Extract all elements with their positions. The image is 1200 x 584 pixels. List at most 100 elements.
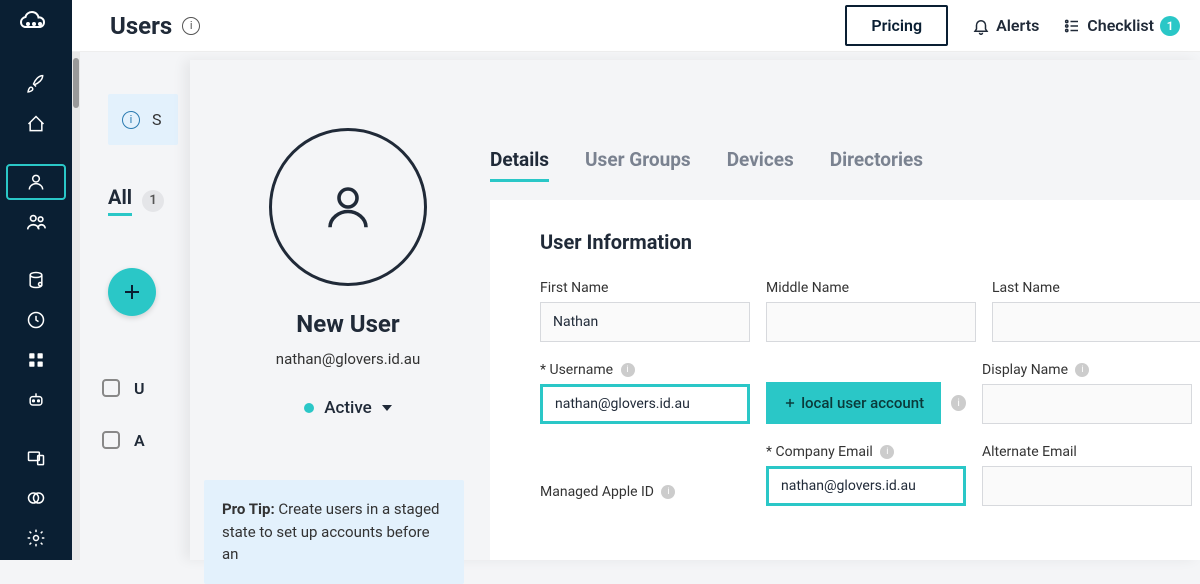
user-icon: [26, 172, 46, 192]
grid-icon: [27, 351, 45, 369]
user-detail-panel: New User nathan@glovers.id.au Active Pro…: [190, 60, 1200, 560]
info-icon[interactable]: i: [182, 17, 200, 35]
pro-tip-label: Pro Tip:: [222, 500, 275, 518]
first-name-input[interactable]: [540, 302, 750, 342]
display-name-label: Display Name i: [982, 362, 1192, 378]
rocket-icon: [26, 74, 46, 94]
plus-icon: [783, 396, 797, 410]
info-icon[interactable]: i: [880, 445, 894, 459]
row-checkbox[interactable]: [102, 431, 120, 449]
nav-users[interactable]: [6, 164, 66, 200]
username-input[interactable]: [540, 384, 750, 424]
logo: [0, 0, 72, 42]
avatar: [269, 128, 427, 286]
field-display-name: Display Name i: [982, 362, 1192, 424]
tab-directories[interactable]: Directories: [830, 148, 923, 182]
nav-getting-started[interactable]: [6, 66, 66, 102]
page-title: Users: [110, 12, 172, 40]
info-icon: i: [122, 111, 140, 129]
tab-user-groups[interactable]: User Groups: [585, 148, 691, 182]
last-name-label: Last Name: [992, 280, 1200, 296]
status-dropdown[interactable]: Active: [218, 398, 478, 418]
field-company-email: * Company Email i: [766, 444, 966, 506]
nav-home[interactable]: [6, 106, 66, 142]
info-icon[interactable]: i: [621, 363, 635, 377]
nav-apps[interactable]: [6, 342, 66, 378]
chevron-down-icon: [382, 405, 392, 411]
first-name-label: First Name: [540, 280, 750, 296]
display-name-input[interactable]: [982, 384, 1192, 424]
devices-icon: [26, 448, 46, 468]
list-row[interactable]: U: [102, 362, 190, 414]
pro-tip-banner: Pro Tip: Create users in a staged state …: [204, 480, 464, 584]
topbar: Users i Pricing Alerts Checklist 1: [72, 0, 1200, 52]
clock-icon: [26, 310, 46, 330]
sidebar-scrollbar[interactable]: [72, 52, 80, 560]
company-email-label: * Company Email i: [766, 444, 966, 460]
robot-icon: [26, 390, 46, 410]
nav-commands[interactable]: [6, 382, 66, 418]
status-label: Active: [324, 398, 372, 418]
list-item-label: U: [134, 379, 145, 398]
alerts-link[interactable]: Alerts: [972, 16, 1039, 35]
users-list-panel: i S All 1 U A: [80, 52, 190, 466]
nav-settings[interactable]: [6, 520, 66, 556]
field-first-name: First Name: [540, 280, 750, 342]
field-middle-name: Middle Name: [766, 280, 976, 342]
nav-mdm[interactable]: [6, 440, 66, 476]
field-local-user: local user account i: [766, 382, 966, 424]
checklist-icon: [1063, 17, 1081, 35]
gear-icon: [26, 528, 46, 548]
user-email: nathan@glovers.id.au: [218, 350, 478, 368]
managed-apple-label: Managed Apple ID i: [540, 484, 750, 500]
overlap-icon: [26, 488, 46, 508]
alternate-email-input[interactable]: [982, 466, 1192, 506]
cloud-logo-icon: [18, 9, 54, 33]
last-name-input[interactable]: [992, 302, 1200, 342]
info-icon[interactable]: i: [661, 485, 675, 499]
bell-icon: [972, 17, 990, 35]
status-dot-icon: [304, 403, 314, 413]
filter-all-tab[interactable]: All: [108, 185, 132, 216]
tab-details[interactable]: Details: [490, 148, 549, 182]
user-form: User Information First Name Middle Name …: [490, 200, 1200, 560]
checklist-link[interactable]: Checklist 1: [1063, 16, 1180, 36]
info-icon[interactable]: i: [1075, 363, 1089, 377]
alerts-label: Alerts: [996, 16, 1039, 35]
field-managed-apple-id: Managed Apple ID i: [540, 484, 750, 506]
nav-user-groups[interactable]: [6, 204, 66, 240]
field-alternate-email: Alternate Email: [982, 444, 1192, 506]
filter-count-badge: 1: [142, 190, 164, 212]
section-title: User Information: [540, 230, 1150, 254]
banner-text: S: [152, 110, 162, 129]
tab-devices[interactable]: Devices: [727, 148, 794, 182]
database-icon: [26, 270, 46, 290]
info-icon[interactable]: i: [951, 395, 966, 411]
middle-name-input[interactable]: [766, 302, 976, 342]
add-user-button[interactable]: [108, 268, 156, 316]
username-label: * Username i: [540, 362, 750, 378]
list-row[interactable]: A: [102, 414, 190, 466]
pricing-button[interactable]: Pricing: [845, 5, 948, 46]
list-item-label: A: [134, 431, 145, 450]
plus-icon: [120, 280, 144, 304]
group-icon: [25, 211, 47, 233]
middle-name-label: Middle Name: [766, 280, 976, 296]
local-user-account-button[interactable]: local user account: [766, 382, 941, 424]
company-email-input[interactable]: [766, 466, 966, 506]
nav-policies[interactable]: [6, 302, 66, 338]
field-username: * Username i: [540, 362, 750, 424]
nav-sso[interactable]: [6, 480, 66, 516]
user-name: New User: [218, 310, 478, 338]
alternate-email-label: Alternate Email: [982, 444, 1192, 460]
home-icon: [26, 114, 46, 134]
info-banner: i S: [108, 94, 178, 145]
nav-devices[interactable]: [6, 262, 66, 298]
user-icon: [321, 180, 375, 234]
row-checkbox[interactable]: [102, 379, 120, 397]
user-summary: New User nathan@glovers.id.au Active: [218, 128, 478, 418]
checklist-count-badge: 1: [1160, 16, 1180, 36]
sidebar: [0, 0, 72, 560]
detail-tabs: Details User Groups Devices Directories: [490, 148, 923, 182]
field-last-name: Last Name: [992, 280, 1200, 342]
